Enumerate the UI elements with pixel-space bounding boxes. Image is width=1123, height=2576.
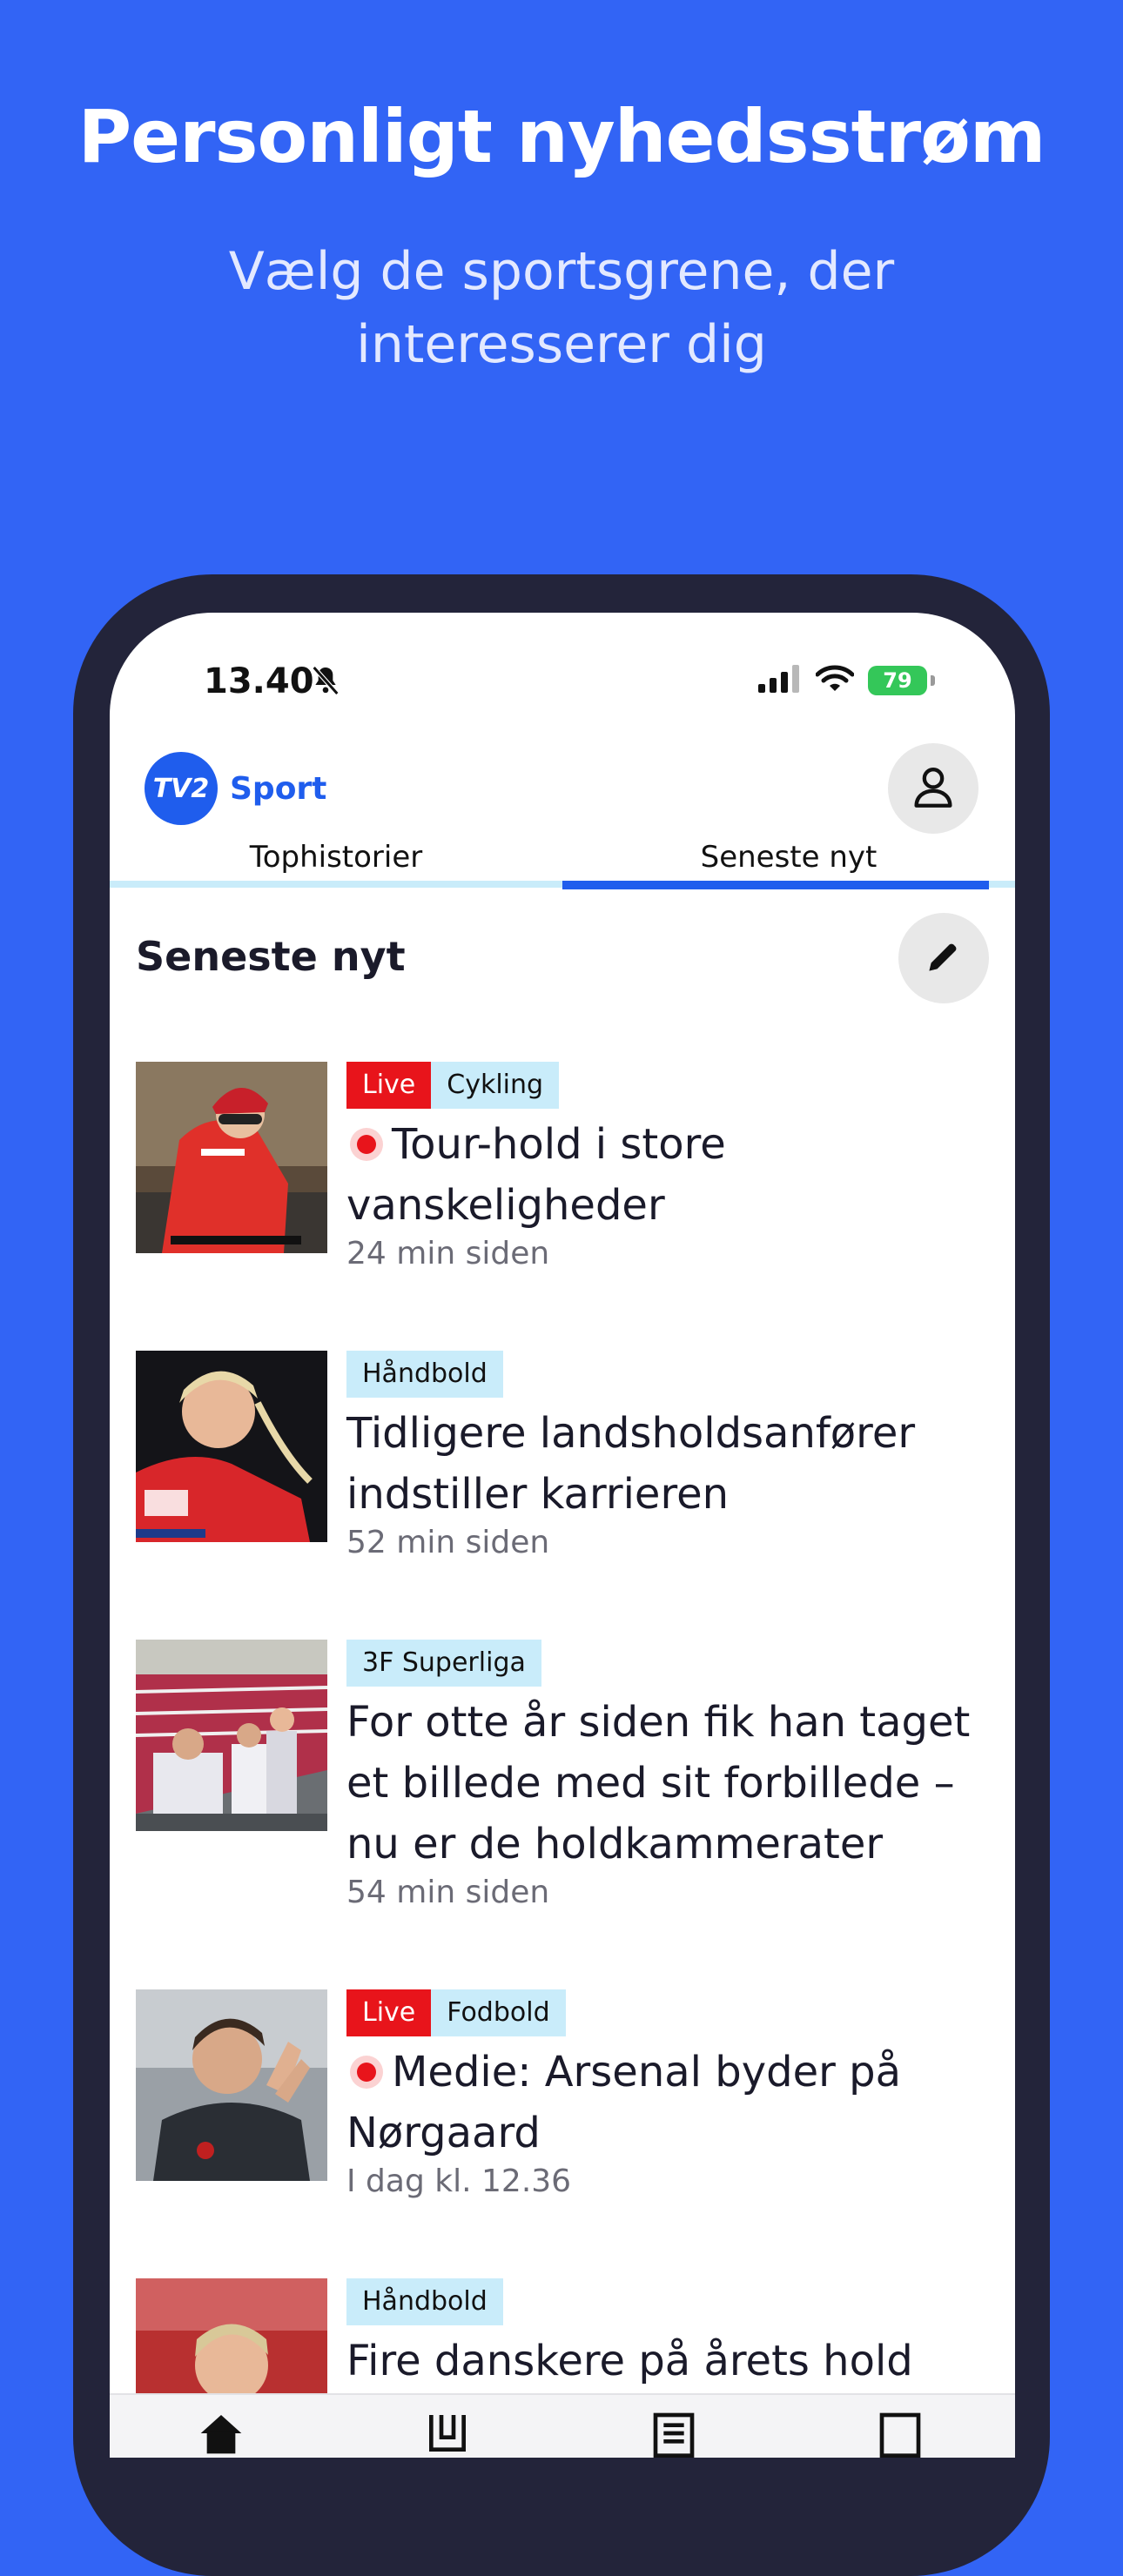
cellular-signal-icon	[758, 665, 802, 696]
logo-mark: TV2	[145, 752, 218, 825]
profile-button[interactable]	[888, 743, 978, 834]
status-time: 13.40	[204, 661, 314, 701]
home-icon[interactable]	[197, 2409, 245, 2458]
live-badge: Live	[346, 1989, 432, 2036]
article-body: Live Fodbold Medie: Arsenal byder på Nør…	[346, 1989, 989, 2199]
article-title: Tidligere landsholdsanfører indstiller k…	[346, 1409, 916, 1519]
article-image	[136, 1989, 327, 2181]
live-dot-icon	[357, 1135, 376, 1154]
article-image	[135, 1640, 328, 1831]
category-tag: Fodbold	[431, 1989, 566, 2036]
live-badge: Live	[346, 1062, 432, 1109]
tournament-icon[interactable]	[423, 2409, 472, 2458]
article-headline: Medie: Arsenal byder på Nørgaard	[346, 2042, 989, 2163]
article-item[interactable]: Live Fodbold Medie: Arsenal byder på Nør…	[136, 1989, 989, 2216]
tv2-sport-logo[interactable]: TV2 Sport	[145, 752, 326, 825]
article-tags: Live Fodbold	[346, 1989, 989, 2036]
status-bar: 13.40 79	[110, 613, 1015, 752]
logo-text: Sport	[230, 770, 327, 807]
article-tags: Håndbold	[346, 1351, 989, 1398]
video-icon[interactable]	[876, 2409, 925, 2458]
category-tag: 3F Superliga	[346, 1640, 541, 1687]
article-body: Håndbold Fire danskere på årets hold	[346, 2278, 989, 2392]
article-item[interactable]: Håndbold Tidligere landsholdsanfører ind…	[136, 1351, 989, 1577]
category-tag: Håndbold	[346, 1351, 503, 1398]
user-icon	[908, 761, 958, 815]
article-tags: Live Cykling	[346, 1062, 989, 1109]
article-time: I dag kl. 12.36	[346, 2163, 572, 2199]
tab-tophistorier[interactable]: Tophistorier	[110, 830, 562, 884]
article-body: Live Cykling Tour-hold i store vanskelig…	[346, 1062, 989, 1271]
app-header: TV2 Sport	[110, 743, 1015, 839]
category-tag: Cykling	[431, 1062, 560, 1109]
article-item[interactable]: 3F Superliga For otte år siden fik han t…	[135, 1640, 989, 1927]
phone-screen: 13.40 79 TV2 Sport Tophistorier Seneste …	[110, 613, 1015, 2458]
category-tag: Håndbold	[346, 2278, 503, 2325]
article-time: 24 min siden	[346, 1236, 550, 1271]
section-title: Seneste nyt	[136, 933, 406, 980]
article-title: For otte år siden fik han taget et bille…	[346, 1698, 971, 1868]
article-body: 3F Superliga For otte år siden fik han t…	[346, 1640, 989, 1910]
bottom-navigation	[110, 2393, 1015, 2458]
news-list-icon[interactable]	[649, 2409, 698, 2458]
active-tab-indicator	[562, 881, 989, 889]
article-title: Fire danskere på årets hold	[346, 2337, 913, 2385]
article-tags: 3F Superliga	[346, 1640, 989, 1687]
battery-tip	[931, 675, 935, 686]
article-time: 54 min siden	[346, 1875, 550, 1910]
battery-indicator: 79	[868, 666, 927, 695]
pencil-icon	[925, 937, 963, 979]
wifi-icon	[815, 665, 855, 696]
article-image	[136, 1351, 327, 1542]
promo-subtitle: Vælg de sportsgrene, der interesserer di…	[228, 241, 895, 375]
article-tags: Håndbold	[346, 2278, 989, 2325]
article-title: Tour-hold i store vanskeligheder	[346, 1120, 726, 1230]
promo-title: Personligt nyhedsstrøm	[77, 94, 1046, 179]
article-title: Medie: Arsenal byder på Nørgaard	[346, 2048, 901, 2157]
article-item[interactable]: Live Cykling Tour-hold i store vanskelig…	[136, 1062, 989, 1288]
edit-button[interactable]	[898, 913, 989, 1003]
tab-seneste-nyt[interactable]: Seneste nyt	[562, 830, 1015, 884]
article-headline: Tour-hold i store vanskeligheder	[346, 1114, 989, 1236]
article-image	[136, 1062, 327, 1253]
article-body: Håndbold Tidligere landsholdsanfører ind…	[346, 1351, 989, 1560]
live-dot-icon	[357, 2063, 376, 2082]
status-indicators: 79	[758, 665, 935, 696]
bell-muted-icon	[308, 663, 343, 701]
article-time: 52 min siden	[346, 1525, 550, 1560]
